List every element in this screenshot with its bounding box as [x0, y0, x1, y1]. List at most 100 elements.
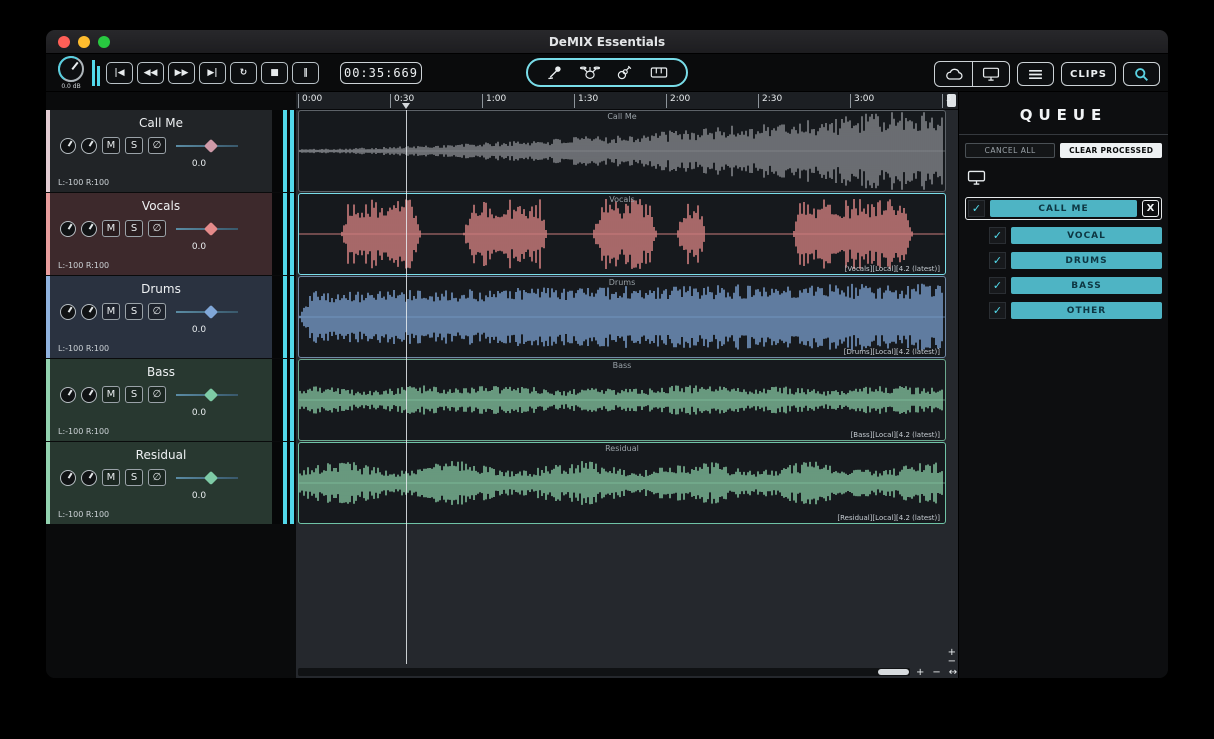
waveform[interactable] [299, 277, 945, 357]
queue-item-label[interactable]: OTHER [1011, 302, 1162, 319]
queue-check-icon[interactable]: ✓ [989, 227, 1006, 244]
queue-item[interactable]: ✓ BASS [989, 276, 1162, 295]
rewind-button[interactable]: ◀◀ [137, 62, 164, 84]
timeline-ruler[interactable]: 0:00 0:30 1:00 1:30 2:00 2:30 3:00 3 [296, 92, 958, 110]
fader-slot[interactable] [272, 193, 281, 275]
waveform-lane[interactable]: Call Me [298, 110, 946, 192]
pan-knob[interactable] [60, 469, 76, 486]
fader-slot[interactable] [272, 442, 281, 524]
trim-knob[interactable] [81, 386, 97, 403]
search-button[interactable] [1123, 62, 1160, 86]
waveform-lane[interactable]: Drums [Drums][Local][4.2 (latest)] [298, 276, 946, 358]
pan-knob[interactable] [60, 386, 76, 403]
phase-button[interactable]: ∅ [148, 303, 166, 320]
solo-button[interactable]: S [125, 386, 143, 403]
queue-item-close-button[interactable]: X [1142, 200, 1159, 217]
gain-slider[interactable] [176, 221, 238, 237]
zoom-out-button[interactable]: − [932, 667, 940, 678]
mute-button[interactable]: M [102, 386, 120, 403]
cloud-button[interactable] [935, 62, 972, 86]
zoom-fit-button[interactable]: ↔ [949, 667, 957, 678]
playhead-line[interactable] [406, 110, 407, 664]
zoom-window-button[interactable] [98, 36, 110, 48]
clear-processed-button[interactable]: CLEAR PROCESSED [1060, 143, 1162, 158]
queue-item-label[interactable]: BASS [1011, 277, 1162, 294]
gain-slider[interactable] [176, 387, 238, 403]
pan-knob[interactable] [60, 303, 76, 320]
waveform-lane[interactable]: Bass [Bass][Local][4.2 (latest)] [298, 359, 946, 441]
loop-button[interactable]: ↻ [230, 62, 257, 84]
pan-knob[interactable] [60, 220, 76, 237]
minimize-window-button[interactable] [78, 36, 90, 48]
waveform[interactable] [299, 443, 945, 523]
solo-button[interactable]: S [125, 469, 143, 486]
queue-item[interactable]: ✓ VOCAL [989, 226, 1162, 245]
queue-check-icon[interactable]: ✓ [989, 277, 1006, 294]
microphone-icon[interactable] [546, 64, 563, 81]
waveform[interactable] [299, 360, 945, 440]
slider-thumb[interactable] [203, 387, 218, 402]
mute-button[interactable]: M [102, 303, 120, 320]
mute-button[interactable]: M [102, 469, 120, 486]
pause-button[interactable]: ‖ [292, 62, 319, 84]
guitar-icon[interactable] [616, 64, 633, 81]
queue-item[interactable]: ✓ CALL ME X [965, 197, 1162, 220]
pan-knob[interactable] [60, 137, 76, 154]
trim-knob[interactable] [81, 220, 97, 237]
fader-slot[interactable] [272, 110, 281, 192]
slider-thumb[interactable] [203, 304, 218, 319]
master-gain-knob[interactable]: 0.0 dB [56, 56, 86, 90]
zoom-in-button[interactable]: + [916, 667, 924, 678]
track-panel[interactable]: Drums M S ∅ 0.0 L:-100 R:100 [46, 276, 296, 358]
keys-icon[interactable] [650, 66, 668, 79]
slider-thumb[interactable] [203, 470, 218, 485]
scrollbar-handle[interactable] [878, 669, 909, 675]
queue-item-label[interactable]: CALL ME [990, 200, 1137, 217]
queue-item[interactable]: ✓ OTHER [989, 301, 1162, 320]
queue-item-label[interactable]: DRUMS [1011, 252, 1162, 269]
gain-slider[interactable] [176, 304, 238, 320]
fader-slot[interactable] [272, 276, 281, 358]
phase-button[interactable]: ∅ [148, 469, 166, 486]
vertical-zoom-out-button[interactable]: − [948, 657, 956, 667]
queue-check-icon[interactable]: ✓ [968, 200, 985, 217]
skip-start-button[interactable]: |◀ [106, 62, 133, 84]
gain-slider[interactable] [176, 470, 238, 486]
knob-dial[interactable] [58, 56, 84, 82]
slider-thumb[interactable] [203, 138, 218, 153]
menu-button[interactable] [1017, 62, 1055, 86]
drums-icon[interactable] [579, 65, 600, 80]
phase-button[interactable]: ∅ [148, 137, 166, 154]
solo-button[interactable]: S [125, 220, 143, 237]
horizontal-scrollbar[interactable] [298, 668, 910, 676]
mute-button[interactable]: M [102, 137, 120, 154]
waveform[interactable] [299, 194, 945, 274]
waveform-lane[interactable]: Residual [Residual][Local][4.2 (latest)] [298, 442, 946, 524]
queue-check-icon[interactable]: ✓ [989, 302, 1006, 319]
clips-button[interactable]: CLIPS [1061, 62, 1116, 86]
timeline-area[interactable]: 0:00 0:30 1:00 1:30 2:00 2:30 3:00 3 Call Me Vo… [296, 92, 958, 678]
queue-item-label[interactable]: VOCAL [1011, 227, 1162, 244]
queue-item[interactable]: ✓ DRUMS [989, 251, 1162, 270]
track-panel[interactable]: Call Me M S ∅ 0.0 L:-100 R:100 [46, 110, 296, 192]
phase-button[interactable]: ∅ [148, 386, 166, 403]
waveform[interactable] [299, 111, 945, 191]
cancel-all-button[interactable]: CANCEL ALL [965, 143, 1056, 158]
gain-slider[interactable] [176, 138, 238, 154]
slider-thumb[interactable] [203, 221, 218, 236]
trim-knob[interactable] [81, 469, 97, 486]
stop-button[interactable]: ■ [261, 62, 288, 84]
track-panel[interactable]: Residual M S ∅ 0.0 L:-100 R:100 [46, 442, 296, 524]
solo-button[interactable]: S [125, 303, 143, 320]
track-panel[interactable]: Vocals M S ∅ 0.0 L:-100 R:100 [46, 193, 296, 275]
close-window-button[interactable] [58, 36, 70, 48]
trim-knob[interactable] [81, 137, 97, 154]
queue-check-icon[interactable]: ✓ [989, 252, 1006, 269]
local-machine-button[interactable] [972, 62, 1009, 86]
fader-slot[interactable] [272, 359, 281, 441]
skip-end-button[interactable]: ▶| [199, 62, 226, 84]
fast-forward-button[interactable]: ▶▶ [168, 62, 195, 84]
mute-button[interactable]: M [102, 220, 120, 237]
phase-button[interactable]: ∅ [148, 220, 166, 237]
track-panel[interactable]: Bass M S ∅ 0.0 L:-100 R:100 [46, 359, 296, 441]
